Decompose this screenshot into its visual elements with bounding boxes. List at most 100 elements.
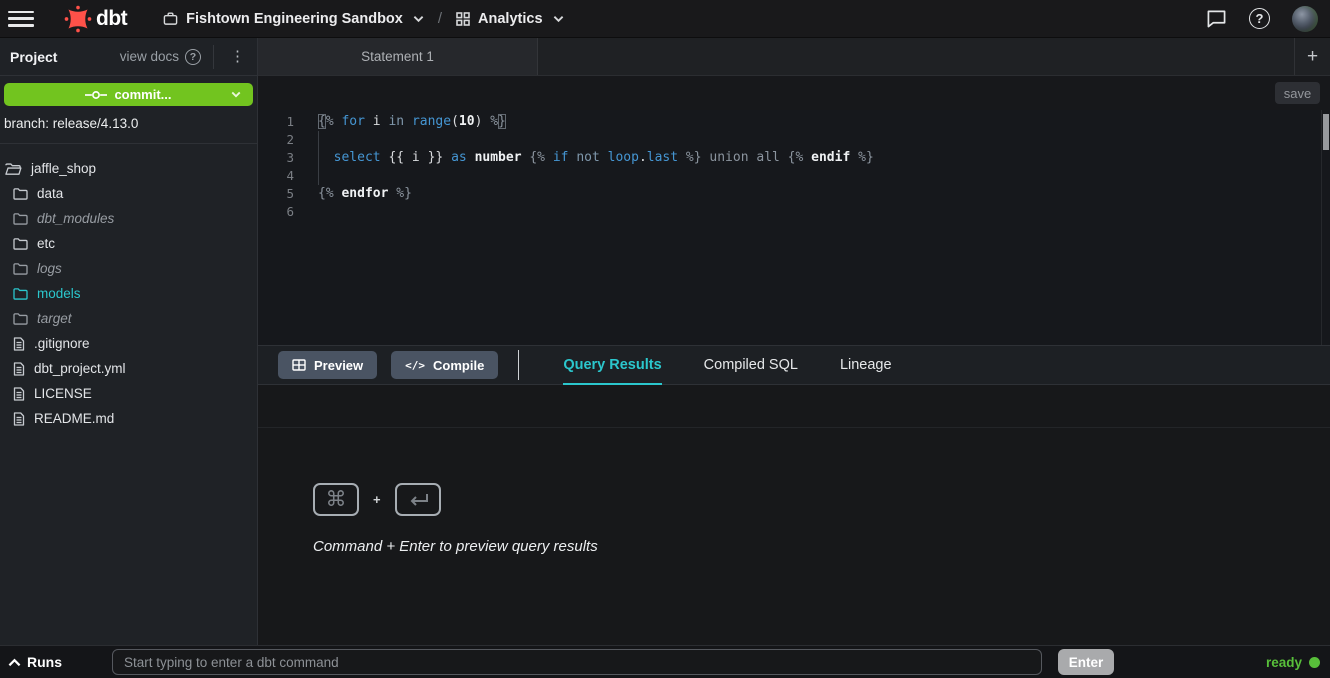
preview-button[interactable]: Preview [278, 351, 377, 379]
tree-item-dbt-project-yml[interactable]: dbt_project.yml [0, 356, 257, 381]
docs-help-icon: ? [185, 49, 201, 65]
chat-feedback-icon[interactable] [1206, 9, 1227, 28]
file-icon [13, 362, 25, 376]
tree-item-label: models [37, 286, 81, 301]
folder-icon [13, 187, 28, 200]
tree-item-jaffle-shop[interactable]: jaffle_shop [0, 156, 257, 181]
tree-item-data[interactable]: data [0, 181, 257, 206]
status-dot [1309, 657, 1320, 668]
tree-item-etc[interactable]: etc [0, 231, 257, 256]
tree-item-label: dbt_project.yml [34, 361, 126, 376]
folder-icon [13, 312, 28, 325]
tree-item-label: logs [37, 261, 62, 276]
runs-toggle[interactable]: Runs [8, 654, 112, 670]
tree-item-label: data [37, 186, 63, 201]
line-number: 2 [258, 131, 294, 149]
code-line-3[interactable]: 3 select {{ i }} as number {% if not loo… [258, 149, 1330, 167]
tree-item-logs[interactable]: logs [0, 256, 257, 281]
panel-tab-compiled-sql[interactable]: Compiled SQL [704, 346, 798, 384]
panel-tab-label: Lineage [840, 357, 892, 373]
tree-item-target[interactable]: target [0, 306, 257, 331]
tree-item-label: dbt_modules [37, 211, 114, 226]
chevron-down-icon [413, 15, 424, 23]
user-avatar[interactable] [1292, 6, 1318, 32]
dbt-logo-icon [64, 5, 92, 33]
briefcase-icon [163, 11, 178, 26]
file-tree: jaffle_shopdata dbt_modulesetc logs models t… [0, 144, 257, 431]
results-toolbar: Preview </> Compile Query Results Compile… [258, 345, 1330, 385]
tree-item-license[interactable]: LICENSE [0, 381, 257, 406]
code-line-2[interactable]: 2 [258, 131, 1330, 149]
file-explorer-sidebar: Project view docs ? ⋮ commit... [0, 38, 258, 645]
empty-state-hint: Command + Enter to preview query results [313, 538, 598, 555]
file-icon [13, 412, 25, 426]
code-text: select {{ i }} as number {% if not loop.… [294, 149, 874, 167]
folder-icon [13, 237, 28, 250]
account-selector[interactable]: Fishtown Engineering Sandbox [163, 11, 424, 27]
tab-spacer [538, 38, 1294, 75]
code-line-6[interactable]: 6 [258, 203, 1330, 221]
code-text: {% for i in range(10) %} [294, 113, 506, 131]
command-key-icon: ⌘ [313, 483, 359, 516]
folder-open-icon [5, 162, 22, 176]
account-name: Fishtown Engineering Sandbox [186, 11, 403, 27]
tab-statement-1[interactable]: Statement 1 [258, 38, 538, 75]
branch-label: branch: release/4.13.0 [0, 106, 257, 144]
panel-tab-query-results[interactable]: Query Results [563, 346, 661, 384]
chevron-down-icon [553, 15, 564, 23]
tree-item-label: .gitignore [34, 336, 90, 351]
tree-item-readme-md[interactable]: README.md [0, 406, 257, 431]
code-text: {% endfor %} [294, 185, 412, 203]
topbar-actions: ? [1206, 6, 1318, 32]
git-commit-icon [85, 90, 107, 100]
code-text [294, 131, 318, 149]
plus-separator: + [373, 492, 381, 507]
toolbar-divider [518, 350, 519, 380]
new-tab-button[interactable]: + [1294, 38, 1330, 75]
line-number: 5 [258, 185, 294, 203]
editor-scrollbar[interactable] [1321, 110, 1330, 345]
project-selector[interactable]: Analytics [456, 11, 563, 27]
command-status-bar: Runs Enter ready [0, 645, 1330, 678]
code-icon: </> [405, 359, 425, 372]
hamburger-menu-icon[interactable] [8, 9, 34, 29]
file-icon [13, 337, 25, 351]
enter-button[interactable]: Enter [1058, 649, 1114, 675]
code-line-4[interactable]: 4 [258, 167, 1330, 185]
tree-item-dbt-modules[interactable]: dbt_modules [0, 206, 257, 231]
compile-button[interactable]: </> Compile [391, 351, 498, 379]
tree-item-label: etc [37, 236, 55, 251]
results-empty-state: ⌘ + Command + Enter to preview query res… [313, 483, 598, 555]
editor-main-area: Statement 1 + save 1{% for i in range(10… [258, 38, 1330, 645]
status-indicator: ready [1266, 655, 1320, 670]
code-editor[interactable]: 1{% for i in range(10) %}23 select {{ i … [258, 110, 1330, 345]
panel-tab-lineage[interactable]: Lineage [840, 346, 892, 384]
kebab-menu-icon[interactable]: ⋮ [224, 49, 251, 64]
dbt-command-input[interactable] [112, 649, 1042, 675]
save-button[interactable]: save [1275, 82, 1320, 104]
line-number: 1 [258, 113, 294, 131]
panel-tab-label: Compiled SQL [704, 357, 798, 373]
tree-item-label: LICENSE [34, 386, 92, 401]
code-line-5[interactable]: 5{% endfor %} [258, 185, 1330, 203]
tree-item-label: jaffle_shop [31, 161, 96, 176]
project-name: Analytics [478, 11, 542, 27]
code-line-1[interactable]: 1{% for i in range(10) %} [258, 113, 1330, 131]
tree-item-label: README.md [34, 411, 114, 426]
code-text [294, 167, 318, 185]
workspace: Project view docs ? ⋮ commit... [0, 38, 1330, 645]
help-icon[interactable]: ? [1249, 8, 1270, 29]
dbt-logo[interactable]: dbt [64, 5, 127, 33]
top-navigation-bar: dbt Fishtown Engineering Sandbox / [0, 0, 1330, 38]
tree-item--gitignore[interactable]: .gitignore [0, 331, 257, 356]
commit-button[interactable]: commit... [4, 83, 253, 106]
status-label: ready [1266, 655, 1302, 670]
folder-icon [13, 262, 28, 275]
scrollbar-thumb[interactable] [1323, 114, 1329, 150]
view-docs-link[interactable]: view docs ? [120, 49, 201, 65]
tree-item-models[interactable]: models [0, 281, 257, 306]
sidebar-header: Project view docs ? ⋮ [0, 38, 257, 76]
enter-key-icon [395, 483, 441, 516]
dbt-logo-text: dbt [96, 7, 127, 31]
divider [213, 45, 214, 69]
